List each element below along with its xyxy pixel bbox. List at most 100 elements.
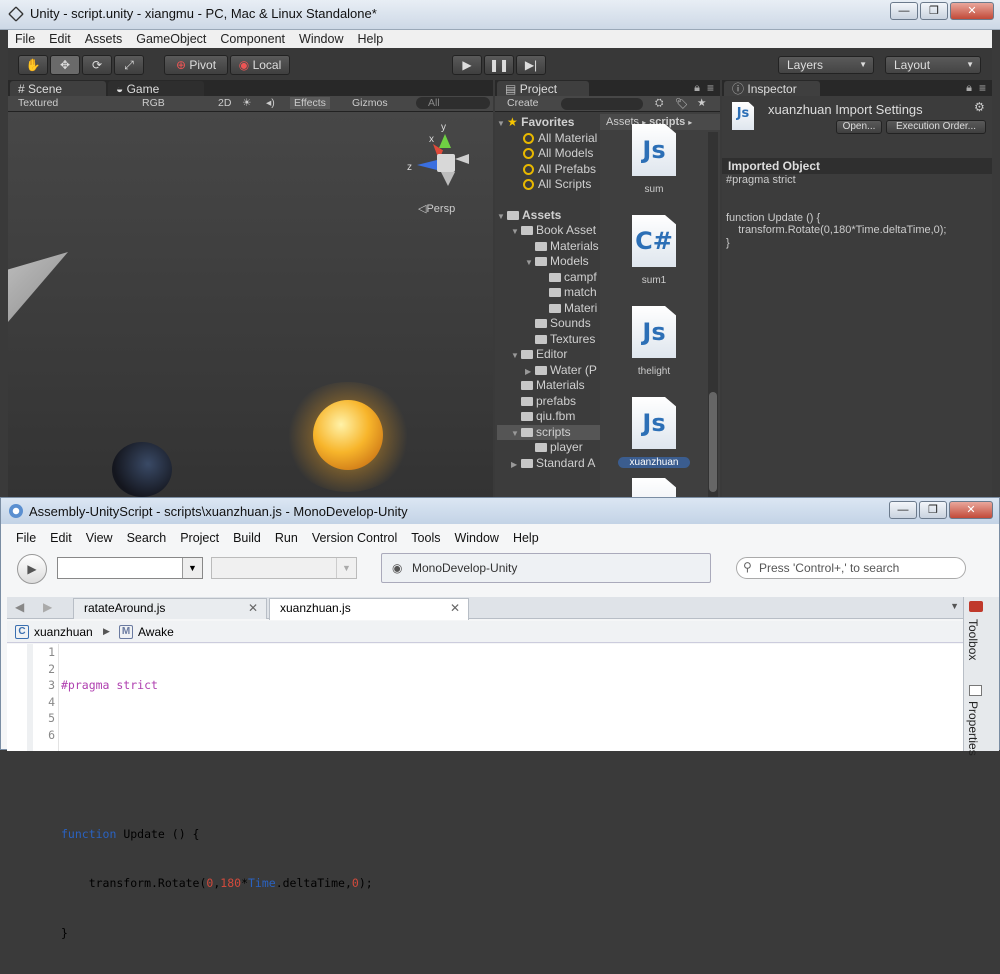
doc-tab-active[interactable]: xuanzhuan.js ✕ (269, 598, 469, 620)
md-menu-edit[interactable]: Edit (43, 528, 79, 548)
properties-icon[interactable] (969, 685, 982, 696)
crumb-class[interactable]: xuanzhuan (34, 625, 93, 639)
menu-file[interactable]: File (8, 30, 42, 48)
md-search-input[interactable]: ⚲ Press 'Control+,' to search (736, 557, 966, 579)
file-label[interactable]: sum (614, 184, 694, 195)
menu-help[interactable]: Help (350, 30, 390, 48)
pause-button[interactable]: ❚❚ (484, 55, 514, 75)
panel-menu-icon[interactable]: ≡ (979, 81, 986, 95)
maximize-button[interactable]: ❐ (920, 2, 948, 20)
persp-label[interactable]: ◁Persp (418, 202, 455, 215)
effects-dropdown[interactable]: Effects (290, 97, 330, 109)
asset-tree-item[interactable]: Materials (497, 378, 600, 394)
favorite-item[interactable]: All Models (497, 146, 600, 162)
menu-window[interactable]: Window (292, 30, 350, 48)
execution-order-button[interactable]: Execution Order... (886, 120, 986, 134)
grid-scrollbar[interactable] (708, 132, 718, 497)
move-tool-button[interactable]: ✥ (50, 55, 80, 75)
tab-list-dropdown-icon[interactable]: ▼ (950, 601, 959, 611)
file-label[interactable]: xuanzhuan (618, 457, 690, 468)
expand-icon[interactable]: ▶ (511, 457, 521, 473)
md-menu-help[interactable]: Help (506, 528, 546, 548)
toolbox-icon[interactable] (969, 601, 983, 612)
create-dropdown[interactable]: Create (507, 97, 539, 109)
pivot-button[interactable]: ⊕ Pivot (164, 55, 228, 75)
lock-icon[interactable]: 🔒︎ (694, 82, 700, 95)
menu-assets[interactable]: Assets (78, 30, 130, 48)
md-menu-run[interactable]: Run (268, 528, 305, 548)
asset-tree-item[interactable]: ▼ Book Asset (497, 223, 600, 239)
asset-tree-item[interactable]: Sounds (497, 316, 600, 332)
step-button[interactable]: ▶| (516, 55, 546, 75)
project-search-input[interactable] (561, 98, 643, 110)
file-icon-partial[interactable] (632, 478, 676, 497)
scene-view[interactable]: y x z ◁Persp (8, 112, 493, 497)
expand-icon[interactable]: ▼ (511, 224, 521, 240)
scene-gizmo[interactable]: y x z (403, 120, 483, 200)
asset-tree-item[interactable]: ▼ Editor (497, 347, 600, 363)
crumb-method[interactable]: Awake (138, 625, 174, 639)
favorite-star-icon[interactable]: ★ (697, 97, 706, 109)
panel-menu-icon[interactable]: ≡ (707, 81, 714, 95)
js-file-icon[interactable]: Js (632, 124, 676, 176)
asset-tree-item[interactable]: campf (497, 270, 600, 286)
md-menu-file[interactable]: File (9, 528, 43, 548)
gizmos-dropdown[interactable]: Gizmos (352, 97, 388, 109)
side-tab-properties[interactable]: Properties (966, 701, 980, 756)
md-close-button[interactable]: ✕ (949, 501, 993, 519)
lighting-toggle-icon[interactable]: ☀ (242, 97, 251, 109)
md-menu-tools[interactable]: Tools (404, 528, 447, 548)
hand-tool-button[interactable]: ✋ (18, 55, 48, 75)
asset-tree-item[interactable]: Materials (497, 239, 600, 255)
asset-tree-item[interactable]: qiu.fbm (497, 409, 600, 425)
scrollbar-thumb[interactable] (709, 392, 717, 492)
shading-mode-dropdown[interactable]: Textured (18, 97, 58, 109)
favorites-header[interactable]: ▼ ★ Favorites (497, 115, 600, 131)
asset-tree-item[interactable]: ▼ Models (497, 254, 600, 270)
expand-icon[interactable]: ▶ (525, 364, 535, 380)
expand-icon[interactable]: ▼ (525, 255, 535, 271)
config-dropdown[interactable]: ▼ (57, 557, 203, 579)
nav-back-icon[interactable]: ◀ (15, 600, 24, 614)
play-button[interactable]: ▶ (452, 55, 482, 75)
asset-tree-item[interactable]: Textures (497, 332, 600, 348)
code-editor[interactable]: 1 2 3 4 5 6 #pragma strict function Update ()… (7, 644, 963, 940)
md-minimize-button[interactable]: — (889, 501, 917, 519)
csharp-file-icon[interactable]: C# (632, 215, 676, 267)
open-button[interactable]: Open... (836, 120, 882, 134)
file-label[interactable]: sum1 (614, 275, 694, 286)
close-tab-icon[interactable]: ✕ (248, 599, 258, 618)
toggle-2d-button[interactable]: 2D (218, 97, 231, 109)
favorite-item[interactable]: All Scripts (497, 177, 600, 193)
md-run-button[interactable]: ▶ (17, 554, 47, 584)
assets-header[interactable]: ▼ Assets (497, 208, 600, 224)
code-text[interactable]: #pragma strict function Update () { tran… (61, 644, 373, 974)
layout-dropdown[interactable]: Layout ▼ (885, 56, 981, 74)
lock-icon[interactable]: 🔒︎ (966, 82, 972, 95)
md-maximize-button[interactable]: ❐ (919, 501, 947, 519)
asset-tree-item[interactable]: match (497, 285, 600, 301)
asset-tree-item[interactable]: prefabs (497, 394, 600, 410)
md-menu-window[interactable]: Window (447, 528, 505, 548)
md-menu-search[interactable]: Search (120, 528, 174, 548)
local-button[interactable]: ◉ Local (230, 55, 290, 75)
menu-component[interactable]: Component (213, 30, 292, 48)
asset-tree-item[interactable]: ▼ scripts (497, 424, 600, 440)
audio-toggle-icon[interactable]: ◂) (266, 97, 275, 109)
platform-dropdown[interactable]: ▼ (211, 557, 357, 579)
side-tab-toolbox[interactable]: Toolbox (966, 619, 980, 660)
filter-type-icon[interactable]: ⛭ (655, 97, 663, 110)
scale-tool-button[interactable]: ⤢ (114, 55, 144, 75)
js-file-icon[interactable]: Js (632, 397, 676, 449)
close-button[interactable]: ✕ (950, 2, 994, 20)
favorite-item[interactable]: All Material (497, 131, 600, 147)
md-menu-project[interactable]: Project (173, 528, 226, 548)
md-menu-version-control[interactable]: Version Control (305, 528, 404, 548)
favorite-item[interactable]: All Prefabs (497, 162, 600, 178)
scene-search-input[interactable]: All (416, 97, 490, 109)
close-tab-icon[interactable]: ✕ (450, 599, 460, 618)
filter-label-icon[interactable]: 🏷︎ (675, 97, 688, 110)
rotate-tool-button[interactable]: ⟳ (82, 55, 112, 75)
menu-gameobject[interactable]: GameObject (129, 30, 213, 48)
asset-tree-item[interactable]: ▶ Water (P (497, 363, 600, 379)
